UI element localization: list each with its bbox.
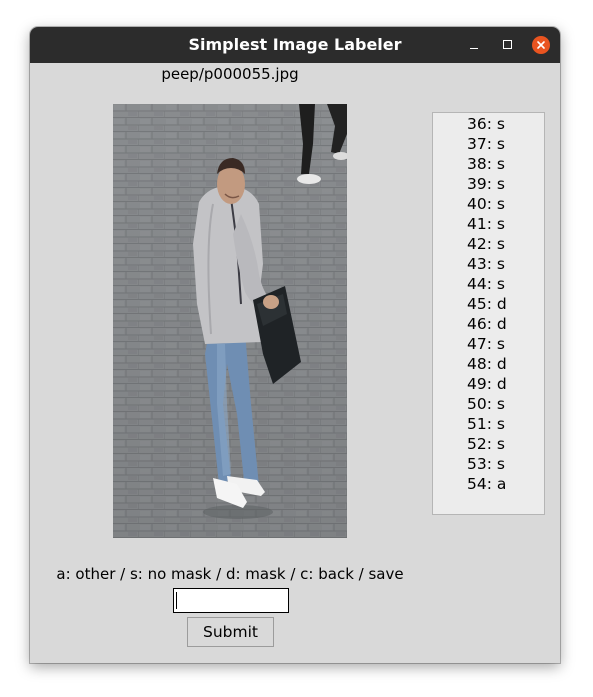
maximize-icon[interactable] [498, 35, 518, 55]
label-list-item[interactable]: 43: s [433, 254, 544, 274]
text-cursor [176, 592, 177, 609]
label-list-item[interactable]: 40: s [433, 194, 544, 214]
label-list-item[interactable]: 44: s [433, 274, 544, 294]
submit-button[interactable]: Submit [187, 617, 274, 647]
title-bar[interactable]: Simplest Image Labeler [30, 27, 560, 63]
label-list-item[interactable]: 39: s [433, 174, 544, 194]
label-list-item[interactable]: 50: s [433, 394, 544, 414]
label-list-item[interactable]: 41: s [433, 214, 544, 234]
label-list-item[interactable]: 45: d [433, 294, 544, 314]
label-list-item[interactable]: 37: s [433, 134, 544, 154]
close-icon[interactable] [532, 36, 550, 54]
label-list-item[interactable]: 36: s [433, 114, 544, 134]
label-list-item[interactable]: 53: s [433, 454, 544, 474]
app-window: Simplest Image Labeler peep/p000055.jpg [30, 27, 560, 663]
label-list-item[interactable]: 52: s [433, 434, 544, 454]
label-list-item[interactable]: 48: d [433, 354, 544, 374]
image-filename: peep/p000055.jpg [161, 65, 299, 83]
label-list-item[interactable]: 46: d [433, 314, 544, 334]
minimize-icon[interactable] [464, 35, 484, 55]
label-list[interactable]: 36: s 37: s 38: s 39: s 40: s 41: s 42: s 43: s… [432, 112, 545, 515]
person-photo [113, 104, 347, 538]
label-list-item[interactable]: 54: a [433, 474, 544, 494]
label-entry-field[interactable] [173, 588, 289, 613]
key-instructions: a: other / s: no mask / d: mask / c: bac… [56, 565, 404, 583]
label-list-item[interactable]: 38: s [433, 154, 544, 174]
label-list-item[interactable]: 42: s [433, 234, 544, 254]
label-list-item[interactable]: 49: d [433, 374, 544, 394]
image-preview [113, 104, 347, 538]
label-list-item[interactable]: 51: s [433, 414, 544, 434]
label-list-item[interactable]: 47: s [433, 334, 544, 354]
